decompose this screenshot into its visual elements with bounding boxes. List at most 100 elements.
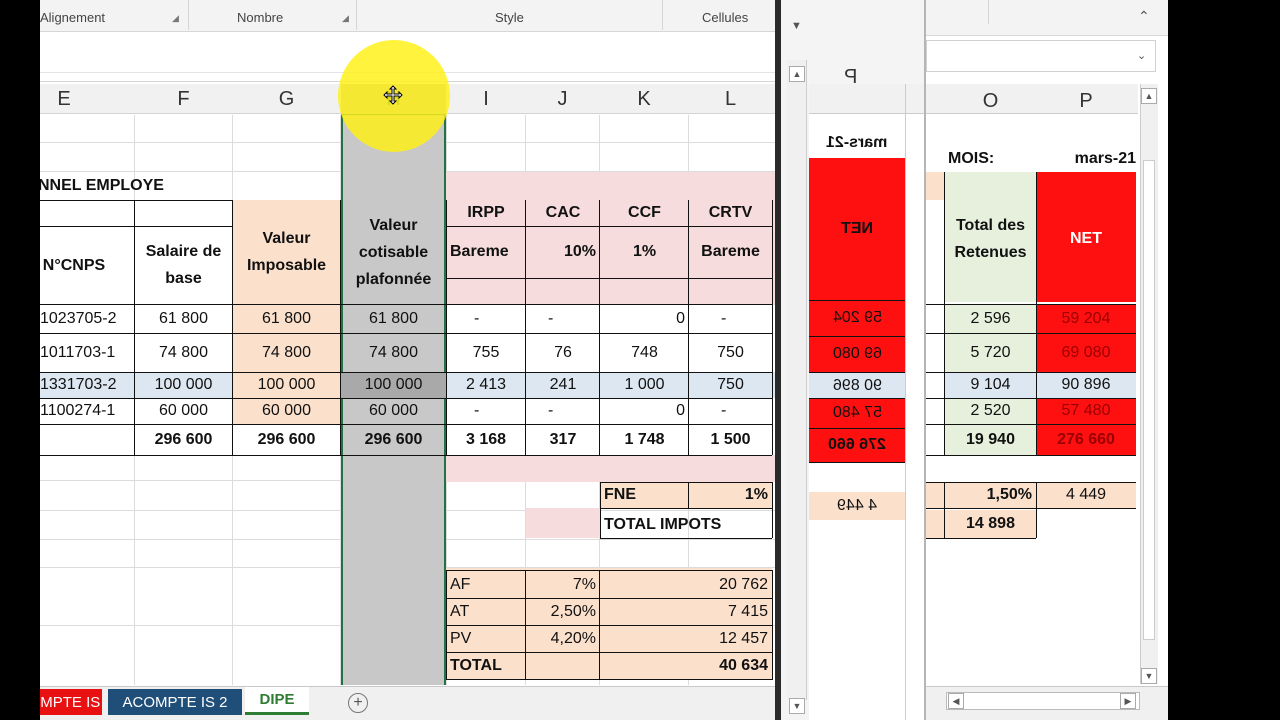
table-row-salaire[interactable]: 60 000 (135, 398, 232, 424)
dialog-launcher-icon[interactable]: ◢ (342, 13, 349, 24)
table-row-irpp[interactable]: 755 (446, 333, 526, 372)
table-row-imposable[interactable]: 61 800 (233, 305, 340, 333)
total-imposable[interactable]: 296 600 (233, 425, 340, 455)
scroll-down-icon[interactable]: ▼ (789, 698, 805, 714)
ribbon-group-style[interactable]: Style (495, 10, 524, 25)
total-crtv[interactable]: 1 500 (689, 425, 772, 455)
column-header-k[interactable]: K (600, 84, 688, 114)
charges-total-label[interactable]: TOTAL (446, 653, 526, 679)
header-ccf: CCF (628, 204, 661, 221)
mirror-net-row: 90 896 (832, 377, 882, 394)
charge-rate[interactable]: 7% (526, 572, 600, 598)
rate-cell[interactable]: 1,50% (945, 482, 1036, 508)
retenues-row[interactable]: 2 520 (945, 398, 1036, 424)
table-row-cac[interactable]: - (526, 398, 600, 424)
table-row-cnps[interactable]: 1100274-1 (40, 398, 134, 424)
charge-label[interactable]: PV (446, 626, 526, 652)
ribbon-group-cellules[interactable]: Cellules (702, 10, 748, 25)
charge-label[interactable]: AT (446, 599, 526, 625)
total-value-cell[interactable]: 14 898 (945, 510, 1036, 538)
table-row-cotisable[interactable]: 100 000 (341, 372, 446, 398)
charge-rate[interactable]: 2,50% (526, 599, 600, 625)
table-row-cotisable[interactable]: 74 800 (341, 333, 446, 372)
table-row-cnps[interactable]: 1011703-1 (40, 333, 134, 372)
retenues-total[interactable]: 19 940 (945, 425, 1036, 455)
dialog-launcher-icon[interactable]: ◢ (172, 13, 179, 24)
charge-value[interactable]: 7 415 (600, 599, 772, 625)
tab-acompte-is[interactable]: ACOMPTE IS (40, 689, 102, 715)
column-header-p[interactable]: P (1036, 86, 1136, 116)
table-row-imposable[interactable]: 60 000 (233, 398, 340, 424)
column-header-e[interactable]: E (40, 84, 88, 114)
total-cac[interactable]: 317 (526, 425, 600, 455)
retenues-row[interactable]: 2 596 (945, 305, 1036, 333)
charge-value[interactable]: 20 762 (600, 572, 772, 598)
total-irpp[interactable]: 3 168 (446, 425, 526, 455)
table-row-cac[interactable]: 76 (526, 333, 600, 372)
vertical-scrollbar[interactable] (1140, 84, 1158, 684)
horizontal-scrollbar[interactable] (946, 692, 1140, 710)
net-row[interactable]: 90 896 (1036, 372, 1136, 398)
net-total[interactable]: 276 660 (1036, 425, 1136, 455)
table-row-salaire[interactable]: 100 000 (135, 372, 232, 398)
charge-value[interactable]: 12 457 (600, 626, 772, 652)
add-sheet-icon[interactable]: + (348, 693, 368, 713)
fne-rate[interactable]: 1% (689, 482, 772, 508)
table-row-crtv[interactable]: - (689, 398, 772, 424)
table-row-ccf[interactable]: 1 000 (600, 372, 689, 398)
ribbon-group-alignement[interactable]: Alignement (40, 10, 105, 25)
column-header-j[interactable]: J (526, 84, 599, 114)
table-row-imposable[interactable]: 74 800 (233, 333, 340, 372)
retenues-row[interactable]: 5 720 (945, 333, 1036, 372)
table-row-irpp[interactable]: 2 413 (446, 372, 526, 398)
table-row-imposable[interactable]: 100 000 (233, 372, 340, 398)
tab-acompte-is-2[interactable]: ACOMPTE IS 2 (108, 689, 242, 715)
column-header-g[interactable]: G (233, 84, 340, 114)
collapse-ribbon-icon[interactable]: ⌃ (1138, 8, 1150, 25)
column-header-i[interactable]: I (447, 84, 525, 114)
net-row[interactable]: 57 480 (1036, 398, 1136, 424)
total-ccf[interactable]: 1 748 (600, 425, 689, 455)
chevron-down-icon[interactable]: ▼ (791, 20, 802, 32)
charges-total-value[interactable]: 40 634 (600, 653, 772, 679)
table-row-salaire[interactable]: 74 800 (135, 333, 232, 372)
rate-value-cell[interactable]: 4 449 (1036, 482, 1136, 508)
table-row-crtv[interactable]: 750 (689, 333, 772, 372)
scroll-up-icon[interactable]: ▲ (1141, 88, 1157, 104)
formula-bar-right[interactable]: ⌄ (926, 40, 1156, 72)
fne-label[interactable]: FNE (600, 482, 689, 508)
total-cotisable[interactable]: 296 600 (341, 425, 446, 455)
net-row[interactable]: 59 204 (1036, 305, 1136, 333)
scroll-down-icon[interactable]: ▼ (1141, 668, 1157, 684)
column-header-f[interactable]: F (135, 84, 232, 114)
retenues-row[interactable]: 9 104 (945, 372, 1036, 398)
scroll-right-icon[interactable]: ▶ (1120, 693, 1136, 709)
table-row-cotisable[interactable]: 61 800 (341, 305, 446, 333)
scroll-left-icon[interactable]: ◀ (948, 693, 964, 709)
table-row-cac[interactable]: 241 (526, 372, 600, 398)
table-row-ccf[interactable]: 748 (600, 333, 689, 372)
table-row-cnps[interactable]: 1023705-2 (40, 305, 134, 333)
charge-label[interactable]: AF (446, 572, 526, 598)
net-row[interactable]: 69 080 (1036, 333, 1136, 372)
table-row-crtv[interactable]: 750 (689, 372, 772, 398)
scroll-up-icon[interactable]: ▲ (789, 66, 805, 82)
total-impots-label[interactable]: TOTAL IMPOTS (600, 511, 772, 538)
total-salaire[interactable]: 296 600 (135, 425, 232, 455)
mois-value[interactable]: mars-21 (1036, 145, 1140, 173)
table-row-salaire[interactable]: 61 800 (135, 305, 232, 333)
tab-dipe[interactable]: DIPE (245, 687, 309, 715)
table-row-irpp[interactable]: - (446, 398, 526, 424)
table-row-cac[interactable]: - (526, 305, 600, 333)
table-row-cnps[interactable]: 1331703-2 (40, 372, 134, 398)
table-row-ccf[interactable]: 0 (600, 305, 689, 333)
chevron-down-icon[interactable]: ⌄ (1137, 49, 1146, 62)
table-row-cotisable[interactable]: 60 000 (341, 398, 446, 424)
table-row-irpp[interactable]: - (446, 305, 526, 333)
table-row-ccf[interactable]: 0 (600, 398, 689, 424)
table-row-crtv[interactable]: - (689, 305, 772, 333)
charge-rate[interactable]: 4,20% (526, 626, 600, 652)
column-header-l[interactable]: L (689, 84, 772, 114)
ribbon-group-nombre[interactable]: Nombre (237, 10, 283, 25)
column-header-o[interactable]: O (945, 86, 1036, 116)
